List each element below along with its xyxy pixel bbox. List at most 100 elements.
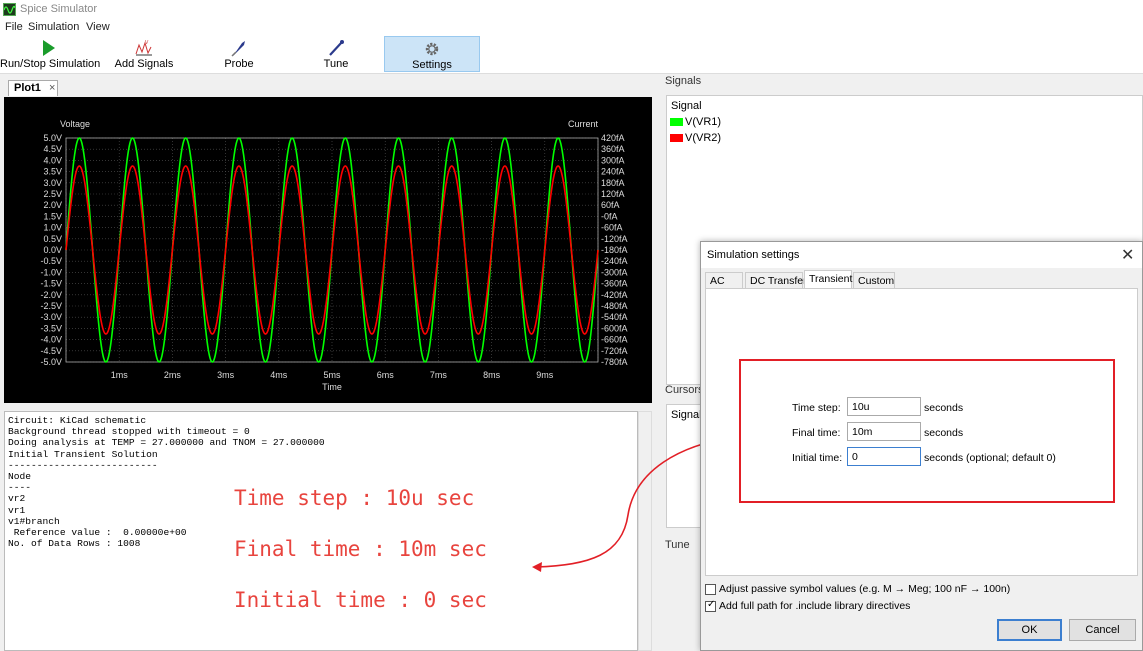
y-right-tick-label: 180fA: [601, 178, 625, 188]
y-right-tick-label: -480fA: [601, 301, 628, 311]
y-right-tick-label: 240fA: [601, 167, 625, 177]
y-right-tick-label: -780fA: [601, 357, 628, 367]
checkbox-fullpath[interactable]: [705, 599, 716, 612]
x-tick-label: 8ms: [483, 370, 501, 380]
time-step-input[interactable]: [847, 397, 921, 416]
x-tick-label: 3ms: [217, 370, 235, 380]
series-line-2: [65, 165, 599, 335]
dialog-title: Simulation settings: [707, 249, 800, 261]
menu-file[interactable]: File: [5, 21, 23, 33]
add-signals-icon: V: [135, 40, 152, 56]
y-left-tick-label: -3.5V: [40, 323, 62, 333]
time-step-unit: seconds: [924, 402, 964, 414]
initial-time-input[interactable]: [847, 447, 921, 466]
y-right-tick-label: 120fA: [601, 189, 625, 199]
app-icon: [3, 3, 16, 16]
y-right-axis-label: Current: [568, 119, 599, 129]
y-right-tick-label: -420fA: [601, 290, 628, 300]
annotation-final-time: Final time : 10m sec: [234, 537, 487, 561]
y-left-tick-label: 2.5V: [43, 189, 62, 199]
y-left-tick-label: 0.0V: [43, 245, 62, 255]
x-tick-label: 6ms: [377, 370, 395, 380]
y-left-tick-label: -2.0V: [40, 290, 62, 300]
y-left-axis-label: Voltage: [60, 119, 90, 129]
tab-ac[interactable]: AC: [705, 272, 743, 288]
signal-row[interactable]: V(VR2): [670, 132, 721, 144]
signal-color-swatch: [670, 118, 683, 127]
final-time-unit: seconds: [924, 427, 964, 439]
checkbox-adjust[interactable]: [705, 583, 716, 595]
y-left-tick-label: -4.0V: [40, 335, 62, 345]
y-left-tick-label: -1.0V: [40, 267, 62, 277]
tab-dc-transfer[interactable]: DC Transfer: [745, 272, 807, 288]
menu-simulation[interactable]: Simulation: [28, 21, 79, 33]
y-left-tick-label: 5.0V: [43, 133, 62, 143]
y-left-tick-label: -2.5V: [40, 301, 62, 311]
y-right-tick-label: -180fA: [601, 245, 628, 255]
waveform-chart: 5.0V4.5V4.0V 3.5V3.0V2.5V2.0V1.5V 1.0V0.5V…: [40, 119, 628, 392]
menu-view[interactable]: View: [86, 21, 110, 33]
run-stop-button[interactable]: Run/Stop Simulation: [0, 36, 100, 72]
y-right-tick-label: -360fA: [601, 279, 628, 289]
plot-tab-bar: Plot1 ×: [2, 78, 652, 96]
x-tick-label: 1ms: [111, 370, 129, 380]
close-icon[interactable]: ×: [49, 82, 55, 94]
y-right-tick-label: -540fA: [601, 312, 628, 322]
title-bar: Spice Simulator: [0, 0, 1143, 20]
y-right-tick-label: -660fA: [601, 335, 628, 345]
y-left-tick-label: 1.5V: [43, 211, 62, 221]
initial-time-unit: seconds: [924, 452, 964, 464]
y-left-tick-label: 4.0V: [43, 155, 62, 165]
cancel-button[interactable]: Cancel: [1069, 619, 1136, 641]
signal-row[interactable]: V(VR1): [670, 116, 721, 128]
final-time-input[interactable]: [847, 422, 921, 441]
adjust-passive-checkbox[interactable]: Adjust passive symbol values (e.g. M → M…: [705, 583, 1010, 595]
y-left-tick-label: 1.0V: [43, 223, 62, 233]
y-left-tick-label: 4.5V: [43, 144, 62, 154]
ok-button[interactable]: OK: [997, 619, 1062, 641]
settings-button[interactable]: Settings: [384, 36, 480, 72]
time-step-label: Time step:: [792, 402, 841, 414]
y-left-tick-label: -1.5V: [40, 279, 62, 289]
y-left-tick-label: 0.5V: [43, 234, 62, 244]
add-signals-button[interactable]: V Add Signals: [110, 36, 178, 72]
x-tick-label: 2ms: [164, 370, 182, 380]
console-line: Circuit: KiCad schematic: [8, 415, 147, 426]
x-tick-label: 7ms: [430, 370, 448, 380]
y-left-tick-label: -0.5V: [40, 256, 62, 266]
y-right-tick-label: 300fA: [601, 155, 625, 165]
x-tick-label: 9ms: [536, 370, 554, 380]
tab-transient[interactable]: Transient: [804, 270, 852, 288]
x-axis-label: Time: [322, 382, 342, 392]
initial-time-note: (optional; default 0): [966, 452, 1056, 464]
annotation-initial-time: Initial time : 0 sec: [234, 588, 487, 612]
signals-header: Signal: [671, 100, 702, 112]
y-left-tick-label: 3.5V: [43, 167, 62, 177]
annotation-time-step: Time step : 10u sec: [234, 486, 475, 510]
simulation-settings-dialog: Simulation settings ✕ AC DC Transfer Tra…: [700, 241, 1143, 651]
cursors-label: Cursors: [665, 384, 704, 396]
y-right-tick-label: -120fA: [601, 234, 628, 244]
tune-button[interactable]: Tune: [305, 36, 367, 72]
tune-icon: [329, 40, 344, 56]
probe-button[interactable]: Probe: [208, 36, 270, 72]
y-right-tick-label: -60fA: [601, 223, 623, 233]
signals-label: Signals: [665, 75, 702, 87]
y-right-tick-label: 420fA: [601, 133, 625, 143]
tab-custom[interactable]: Custom: [853, 272, 895, 288]
final-time-label: Final time:: [792, 427, 841, 439]
transient-panel: Time step: seconds Final time: seconds I…: [705, 288, 1138, 576]
x-tick-label: 4ms: [270, 370, 288, 380]
plot-canvas[interactable]: 5.0V 4.5V 4.0V 3.5V 3.0V 2.5V 2.0V 1.5V 1.0V 0.5V…: [4, 97, 652, 403]
full-path-checkbox[interactable]: Add full path for .include library direc…: [705, 599, 910, 612]
menu-bar: File Simulation View: [0, 20, 1143, 36]
gear-icon: [425, 42, 439, 56]
y-right-tick-label: 360fA: [601, 144, 625, 154]
y-right-tick-label: -600fA: [601, 323, 628, 333]
initial-time-label: Initial time:: [792, 452, 843, 464]
dialog-title-bar: Simulation settings ✕: [701, 242, 1142, 268]
tab-plot1[interactable]: Plot1 ×: [8, 80, 58, 96]
y-right-tick-label: 60fA: [601, 200, 620, 210]
close-icon[interactable]: ✕: [1121, 245, 1134, 265]
window-title: Spice Simulator: [20, 3, 98, 15]
